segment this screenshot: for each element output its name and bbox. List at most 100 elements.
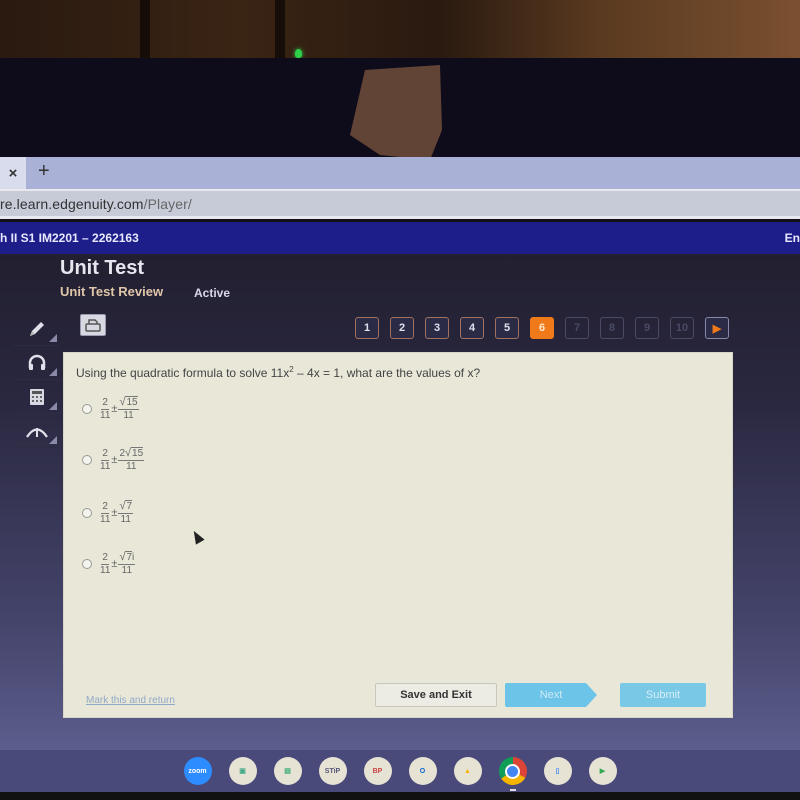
- page-button[interactable]: 3: [425, 317, 449, 339]
- close-tab-icon[interactable]: ×: [9, 165, 18, 182]
- room-background: [0, 0, 800, 60]
- reference-tool[interactable]: [14, 414, 60, 448]
- classroom-2-app-icon[interactable]: ▤: [273, 757, 302, 785]
- radicand: 15: [125, 396, 138, 408]
- numerator: √7i: [118, 551, 136, 565]
- url-host: re.learn.edgenuity.com: [0, 195, 144, 212]
- brainpop-app-icon[interactable]: BP: [363, 757, 392, 785]
- url-text[interactable]: re.learn.edgenuity.com/Player/: [0, 196, 192, 212]
- classroom-app-icon[interactable]: ▣: [228, 757, 257, 785]
- os-shelf: zoom ▣ ▤ STiP BP O ▲ ▯ ▶: [0, 750, 800, 792]
- play-store-app-icon[interactable]: ▶: [588, 757, 617, 785]
- page-button[interactable]: 1: [355, 317, 379, 339]
- numerator: 2: [101, 551, 109, 565]
- denominator: 11: [100, 513, 111, 525]
- pencil-icon: [30, 321, 44, 336]
- chrome-app-icon[interactable]: [498, 757, 527, 791]
- choice-expression: 2 11 ± √7i 11: [100, 551, 136, 576]
- activity-subtitle: Unit Test Review: [60, 284, 164, 299]
- webcam-led: [295, 49, 302, 58]
- denominator: 11: [126, 461, 137, 472]
- mark-and-return-link[interactable]: Mark this and return: [86, 695, 175, 706]
- numerator: √7: [118, 500, 134, 514]
- question-pager: 1 2 3 4 5 6 7 8 9 10 ▶: [355, 317, 729, 339]
- fraction: 2 11: [100, 501, 111, 525]
- numerator: 2√15: [118, 447, 145, 461]
- background-pillar: [140, 0, 150, 60]
- zoom-app-icon[interactable]: zoom: [183, 757, 212, 785]
- browser-tabstrip: × +: [0, 157, 800, 189]
- print-button[interactable]: [80, 314, 106, 336]
- docs-app-icon[interactable]: ▯: [543, 757, 572, 785]
- radio-button[interactable]: [82, 404, 92, 414]
- background-pillar: [275, 0, 285, 60]
- radio-button[interactable]: [82, 455, 92, 465]
- denominator: 11: [123, 410, 134, 421]
- numerator: √15: [118, 396, 139, 410]
- radio-button[interactable]: [82, 559, 92, 569]
- page-button: 10: [670, 317, 694, 339]
- radio-button[interactable]: [82, 508, 92, 518]
- answer-choice[interactable]: 2 11 ± √15 11: [82, 396, 139, 421]
- headphones-icon: [28, 354, 46, 370]
- page-button[interactable]: 2: [390, 317, 414, 339]
- choice-expression: 2 11 ± √7 11: [100, 500, 134, 525]
- denominator: 11: [100, 564, 111, 576]
- fraction: √7 11: [118, 500, 134, 525]
- fraction: 2 11: [100, 447, 111, 472]
- radicand: 7: [125, 500, 133, 512]
- choice-expression: 2 11 ±2√15 11: [100, 447, 145, 472]
- choice-expression: 2 11 ± √15 11: [100, 396, 139, 421]
- question-text: Using the quadratic formula to solve 11x…: [76, 365, 480, 380]
- screen-photo: × + re.learn.edgenuity.com/Player/ h II …: [0, 0, 800, 800]
- fraction: 2 11: [100, 551, 111, 576]
- fraction: √7i 11: [118, 551, 136, 576]
- answer-choice[interactable]: 2 11 ±2√15 11: [82, 447, 145, 472]
- plus-minus-sign: ±: [111, 454, 118, 466]
- denominator: 11: [100, 460, 111, 472]
- page-button: 7: [565, 317, 589, 339]
- fraction: √15 11: [118, 396, 139, 421]
- page-button[interactable]: 5: [495, 317, 519, 339]
- question-suffix: – 4x = 1, what are the values of x?: [293, 366, 481, 380]
- page-title: Unit Test: [60, 257, 145, 279]
- new-tab-button[interactable]: +: [38, 160, 50, 183]
- page-button: 9: [635, 317, 659, 339]
- outlook-app-icon[interactable]: O: [408, 757, 437, 785]
- audio-tool[interactable]: [14, 346, 60, 380]
- desk-edge: [0, 792, 800, 800]
- calculator-tool[interactable]: [14, 380, 60, 414]
- printer-icon: [85, 319, 101, 332]
- course-title: h II S1 IM2201 – 2262163: [0, 231, 139, 245]
- answer-choice[interactable]: 2 11 ± √7 11: [82, 500, 134, 525]
- page-button[interactable]: 4: [460, 317, 484, 339]
- course-header: h II S1 IM2201 – 2262163 En: [0, 222, 800, 254]
- save-and-exit-button[interactable]: Save and Exit: [375, 683, 497, 707]
- imaginary-unit: i: [132, 552, 135, 563]
- course-header-right[interactable]: En: [785, 231, 800, 245]
- denominator: 11: [120, 514, 131, 525]
- numerator: 2: [101, 447, 109, 461]
- browser-tab[interactable]: ×: [0, 157, 26, 189]
- drive-app-icon[interactable]: ▲: [453, 757, 482, 785]
- answer-choice[interactable]: 2 11 ± √7i 11: [82, 551, 136, 576]
- url-path: /Player/: [143, 195, 192, 212]
- pager-next-button[interactable]: ▶: [705, 317, 729, 339]
- question-card: Using the quadratic formula to solve 11x…: [63, 352, 733, 718]
- question-prefix: Using the quadratic formula to solve 11x: [76, 366, 290, 380]
- pencil-tool[interactable]: [14, 312, 60, 346]
- reference-icon: [26, 427, 48, 438]
- next-button[interactable]: Next: [505, 683, 597, 707]
- screen-reflection: [350, 65, 442, 160]
- address-bar[interactable]: re.learn.edgenuity.com/Player/: [0, 189, 800, 219]
- stip-app-icon[interactable]: STiP: [318, 757, 347, 785]
- numerator: 2: [101, 396, 109, 410]
- submit-button[interactable]: Submit: [620, 683, 706, 707]
- calculator-icon: [30, 388, 44, 405]
- radicand: 15: [131, 447, 144, 459]
- status-label: Active: [194, 286, 231, 300]
- page-button[interactable]: 6: [530, 317, 554, 339]
- page-button: 8: [600, 317, 624, 339]
- plus-minus-sign: ±: [111, 558, 118, 570]
- denominator: 11: [121, 565, 133, 576]
